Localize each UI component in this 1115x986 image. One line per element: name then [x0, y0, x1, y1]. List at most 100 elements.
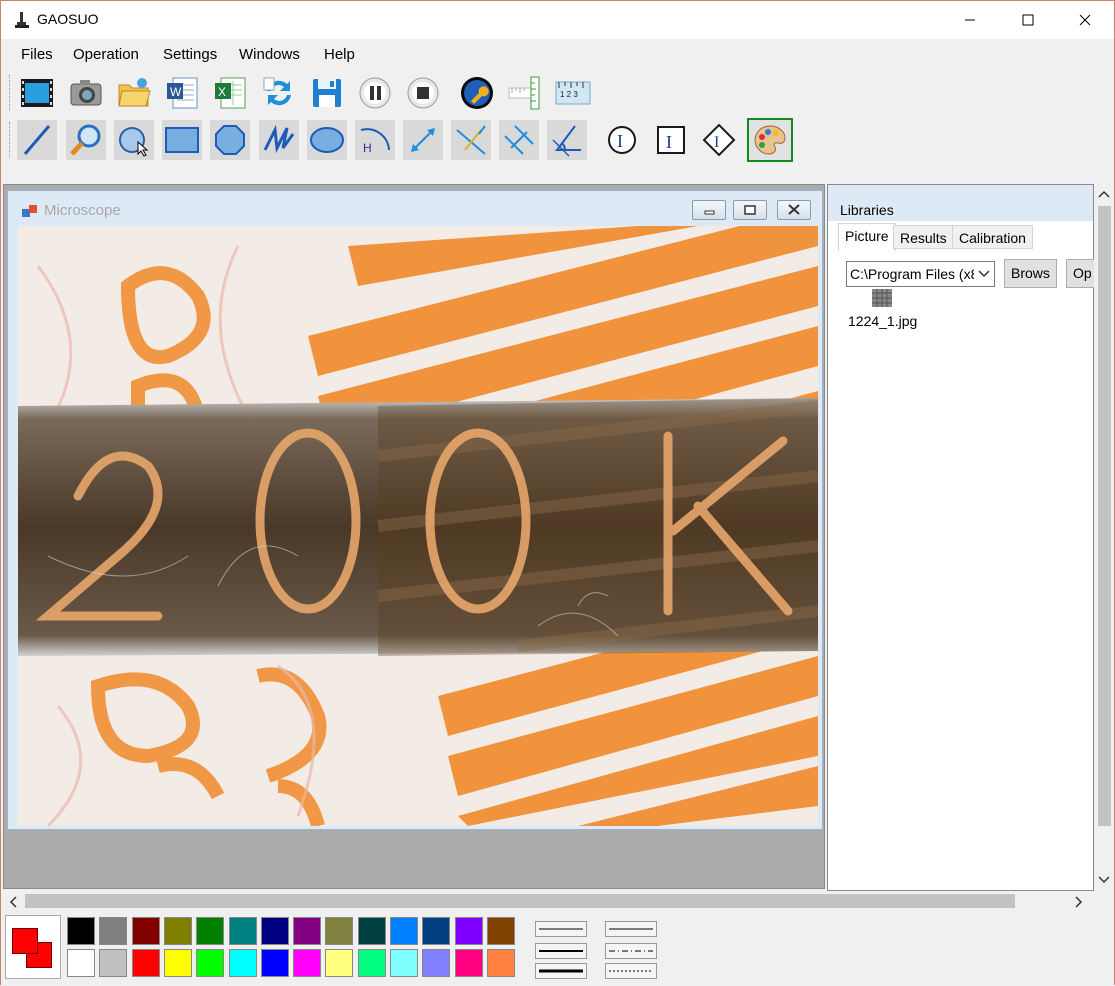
- save-button[interactable]: [307, 73, 347, 113]
- line-style-dashdot[interactable]: [605, 943, 657, 959]
- color-swatch[interactable]: [99, 949, 128, 977]
- color-swatch[interactable]: [454, 949, 483, 977]
- main-window: GAOSUO Files Operation Settings Windows …: [0, 0, 1115, 986]
- ellipse-tool-icon: [310, 127, 344, 153]
- color-swatch[interactable]: [228, 949, 257, 977]
- vertical-ruler-button[interactable]: [505, 73, 545, 113]
- color-swatch[interactable]: [422, 949, 451, 977]
- path-dropdown[interactable]: C:\Program Files (x8: [846, 261, 995, 287]
- color-swatch[interactable]: [99, 917, 128, 945]
- minimize-button[interactable]: [947, 1, 993, 39]
- color-swatch[interactable]: [131, 949, 160, 977]
- color-swatch[interactable]: [260, 949, 289, 977]
- scroll-down-icon[interactable]: [1098, 876, 1110, 884]
- perpendicular-button[interactable]: [451, 120, 491, 160]
- menu-operation[interactable]: Operation: [73, 46, 139, 63]
- color-swatch[interactable]: [196, 949, 225, 977]
- color-swatch[interactable]: [196, 917, 225, 945]
- line-tool-button[interactable]: [17, 120, 57, 160]
- parallel-button[interactable]: [499, 120, 539, 160]
- horizontal-scroll-thumb[interactable]: [25, 894, 1015, 908]
- zoom-tool-button[interactable]: [66, 120, 106, 160]
- rectangle-tool-button[interactable]: [162, 120, 202, 160]
- circle-select-button[interactable]: [114, 120, 154, 160]
- color-swatch[interactable]: [260, 917, 289, 945]
- snapshot-button[interactable]: [66, 73, 106, 113]
- color-swatch[interactable]: [293, 949, 322, 977]
- color-swatch[interactable]: [357, 949, 386, 977]
- line-width-medium[interactable]: [535, 943, 587, 959]
- line-width-thin[interactable]: [535, 921, 587, 937]
- color-swatch[interactable]: [357, 917, 386, 945]
- vertical-scroll-thumb[interactable]: [1098, 206, 1111, 826]
- line-width-thick[interactable]: [535, 963, 587, 979]
- polyline-tool-button[interactable]: [259, 120, 299, 160]
- angle-icon: [552, 125, 581, 157]
- stop-button[interactable]: [403, 73, 443, 113]
- color-swatch[interactable]: [325, 949, 354, 977]
- line-style-solid[interactable]: [605, 921, 657, 937]
- file-name[interactable]: 1224_1.jpg: [848, 313, 917, 329]
- color-swatch[interactable]: [131, 917, 160, 945]
- menu-help[interactable]: Help: [324, 46, 355, 63]
- open-button[interactable]: Op: [1066, 259, 1096, 288]
- refresh-button[interactable]: [259, 73, 299, 113]
- text-box-icon: I: [657, 126, 685, 154]
- mdi-workspace: Microscope: [3, 184, 825, 889]
- child-close-button[interactable]: [777, 200, 811, 220]
- color-swatch[interactable]: [486, 917, 515, 945]
- color-swatch[interactable]: [163, 949, 192, 977]
- scroll-up-icon[interactable]: [1098, 190, 1110, 198]
- toolbar-grip[interactable]: [9, 75, 13, 111]
- child-restore-button[interactable]: [733, 200, 767, 220]
- line-style-dotted[interactable]: [605, 963, 657, 979]
- menu-settings[interactable]: Settings: [163, 46, 217, 63]
- scroll-right-icon[interactable]: [1075, 896, 1083, 908]
- color-swatch[interactable]: [67, 917, 95, 945]
- camera-icon: [70, 80, 102, 106]
- record-video-button[interactable]: [17, 73, 57, 113]
- tab-calibration[interactable]: Calibration: [952, 225, 1033, 249]
- color-swatch[interactable]: [228, 917, 257, 945]
- export-word-button[interactable]: W: [162, 73, 202, 113]
- color-swatch[interactable]: [390, 917, 418, 945]
- open-button[interactable]: [114, 73, 154, 113]
- horizontal-ruler-button[interactable]: 1 2 3: [553, 73, 593, 113]
- color-swatch[interactable]: [390, 949, 418, 977]
- text-circle-button[interactable]: I: [602, 120, 642, 160]
- maximize-button[interactable]: [1005, 1, 1051, 39]
- tab-results[interactable]: Results: [893, 225, 954, 249]
- settings-tool-button[interactable]: [457, 73, 497, 113]
- text-box-button[interactable]: I: [651, 120, 691, 160]
- menu-windows[interactable]: Windows: [239, 46, 300, 63]
- close-button[interactable]: [1062, 1, 1108, 39]
- child-minimize-button[interactable]: [692, 200, 726, 220]
- distance-button[interactable]: [403, 120, 443, 160]
- ellipse-tool-button[interactable]: [307, 120, 347, 160]
- color-swatch[interactable]: [325, 917, 354, 945]
- polygon-tool-icon: [215, 125, 245, 155]
- color-palette-button[interactable]: [747, 118, 793, 162]
- color-swatch[interactable]: [454, 917, 483, 945]
- export-excel-button[interactable]: X: [210, 73, 250, 113]
- tab-picture[interactable]: Picture: [838, 223, 896, 251]
- menu-files[interactable]: Files: [21, 46, 53, 63]
- angle-button[interactable]: [547, 120, 587, 160]
- pause-button[interactable]: [355, 73, 395, 113]
- browse-button[interactable]: Brows: [1004, 259, 1057, 288]
- text-diamond-button[interactable]: I: [699, 120, 739, 160]
- polygon-tool-button[interactable]: [210, 120, 250, 160]
- vertical-scrollbar[interactable]: [1094, 184, 1114, 891]
- color-swatch[interactable]: [486, 949, 515, 977]
- color-swatch[interactable]: [422, 917, 451, 945]
- toolbar-grip[interactable]: [9, 122, 13, 158]
- color-swatch[interactable]: [67, 949, 95, 977]
- color-swatch[interactable]: [293, 917, 322, 945]
- arc-height-button[interactable]: H: [355, 120, 395, 160]
- scroll-left-icon[interactable]: [9, 896, 17, 908]
- current-color-box[interactable]: [5, 915, 61, 979]
- horizontal-scrollbar[interactable]: [3, 891, 1096, 911]
- color-swatch[interactable]: [163, 917, 192, 945]
- child-window-title: Microscope: [44, 202, 121, 219]
- microscope-image[interactable]: [18, 226, 818, 826]
